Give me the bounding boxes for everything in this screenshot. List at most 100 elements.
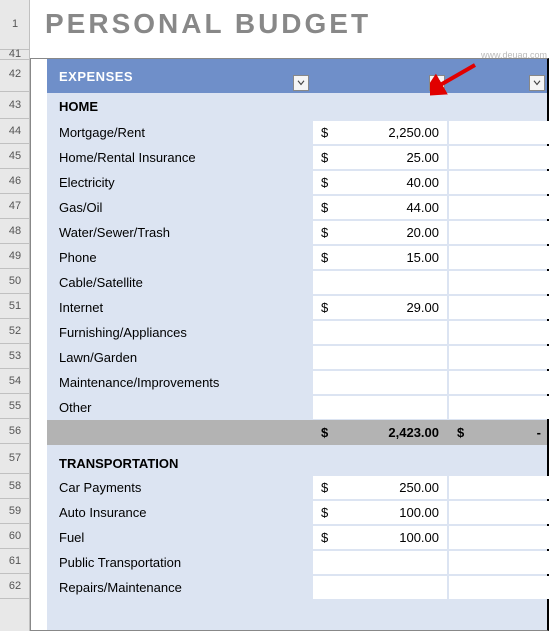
amount-cell[interactable] bbox=[449, 146, 549, 169]
expense-label: Repairs/Maintenance bbox=[47, 580, 297, 595]
currency-symbol: $ bbox=[321, 175, 337, 190]
amount-cell[interactable] bbox=[313, 271, 447, 294]
expense-label: Water/Sewer/Trash bbox=[47, 225, 297, 240]
currency-symbol: $ bbox=[321, 200, 337, 215]
amount-cell[interactable] bbox=[449, 271, 549, 294]
amount-value: 40.00 bbox=[337, 175, 439, 190]
row-header[interactable]: 1 bbox=[0, 0, 30, 50]
chevron-down-icon bbox=[433, 80, 441, 86]
amount-cell[interactable]: $100.00 bbox=[313, 526, 447, 549]
amount-value: 2,423.00 bbox=[337, 425, 439, 440]
row-header[interactable]: 54 bbox=[0, 369, 30, 394]
amount-value: 100.00 bbox=[337, 505, 439, 520]
amount-cell[interactable] bbox=[449, 296, 549, 319]
subtotal-amount: $- bbox=[449, 420, 549, 445]
amount-cell[interactable] bbox=[449, 196, 549, 219]
filter-button-col3[interactable] bbox=[529, 75, 545, 91]
amount-cell[interactable] bbox=[449, 476, 549, 499]
expenses-header: EXPENSES bbox=[59, 69, 133, 84]
amount-value: 25.00 bbox=[337, 150, 439, 165]
table-row: Gas/Oil $44.00 bbox=[47, 195, 547, 220]
table-header-row: EXPENSES bbox=[47, 59, 547, 93]
row-header[interactable]: 60 bbox=[0, 524, 30, 549]
table-row: Home/Rental Insurance $25.00 bbox=[47, 145, 547, 170]
amount-cell[interactable] bbox=[449, 371, 549, 394]
currency-symbol: $ bbox=[321, 300, 337, 315]
row-header[interactable]: 43 bbox=[0, 92, 30, 119]
row-header[interactable]: 51 bbox=[0, 294, 30, 319]
amount-cell[interactable] bbox=[449, 121, 549, 144]
row-header[interactable]: 46 bbox=[0, 169, 30, 194]
amount-cell[interactable]: $20.00 bbox=[313, 221, 447, 244]
expense-label: Home/Rental Insurance bbox=[47, 150, 297, 165]
row-header[interactable]: 52 bbox=[0, 319, 30, 344]
row-header[interactable]: 42 bbox=[0, 58, 30, 92]
currency-symbol: $ bbox=[321, 225, 337, 240]
expense-label: Cable/Satellite bbox=[47, 275, 297, 290]
amount-cell[interactable] bbox=[449, 396, 549, 419]
row-header[interactable]: 53 bbox=[0, 344, 30, 369]
filter-button-col2[interactable] bbox=[429, 75, 445, 91]
amount-cell[interactable] bbox=[313, 551, 447, 574]
amount-cell[interactable]: $40.00 bbox=[313, 171, 447, 194]
currency-symbol: $ bbox=[457, 425, 473, 440]
table-row: Water/Sewer/Trash $20.00 bbox=[47, 220, 547, 245]
expense-label: Fuel bbox=[47, 530, 297, 545]
amount-cell[interactable] bbox=[449, 501, 549, 524]
amount-value: 2,250.00 bbox=[337, 125, 439, 140]
table-row: Other bbox=[47, 395, 547, 420]
amount-cell[interactable]: $44.00 bbox=[313, 196, 447, 219]
amount-cell[interactable] bbox=[313, 576, 447, 599]
amount-cell[interactable] bbox=[313, 396, 447, 419]
table-row: Internet $29.00 bbox=[47, 295, 547, 320]
row-header[interactable]: 62 bbox=[0, 574, 30, 599]
table-row: Maintenance/Improvements bbox=[47, 370, 547, 395]
amount-cell[interactable] bbox=[313, 371, 447, 394]
amount-cell[interactable] bbox=[449, 246, 549, 269]
chevron-down-icon bbox=[533, 80, 541, 86]
spreadsheet-area: EXPENSES HOME Mortgage/Rent $2,250.00 Ho… bbox=[30, 58, 549, 631]
amount-cell[interactable]: $15.00 bbox=[313, 246, 447, 269]
amount-cell[interactable]: $100.00 bbox=[313, 501, 447, 524]
table-row: Repairs/Maintenance bbox=[47, 575, 547, 600]
section-heading-transportation: TRANSPORTATION bbox=[47, 445, 547, 475]
amount-cell[interactable] bbox=[449, 346, 549, 369]
amount-cell[interactable] bbox=[449, 171, 549, 194]
expense-label: Electricity bbox=[47, 175, 297, 190]
row-header[interactable]: 48 bbox=[0, 219, 30, 244]
amount-cell[interactable] bbox=[449, 526, 549, 549]
currency-symbol: $ bbox=[321, 425, 337, 440]
filter-button-col1[interactable] bbox=[293, 75, 309, 91]
row-header[interactable]: 61 bbox=[0, 549, 30, 574]
row-header[interactable]: 47 bbox=[0, 194, 30, 219]
amount-cell[interactable]: $2,250.00 bbox=[313, 121, 447, 144]
row-header[interactable]: 56 bbox=[0, 419, 30, 444]
row-header[interactable]: 55 bbox=[0, 394, 30, 419]
row-header[interactable]: 49 bbox=[0, 244, 30, 269]
section-heading-home: HOME bbox=[47, 93, 547, 120]
amount-value: 100.00 bbox=[337, 530, 439, 545]
expense-label: Auto Insurance bbox=[47, 505, 297, 520]
amount-cell[interactable] bbox=[449, 321, 549, 344]
amount-cell[interactable] bbox=[449, 221, 549, 244]
row-header[interactable]: 50 bbox=[0, 269, 30, 294]
row-header[interactable]: 59 bbox=[0, 499, 30, 524]
amount-cell[interactable] bbox=[313, 321, 447, 344]
currency-symbol: $ bbox=[321, 505, 337, 520]
table-row: Lawn/Garden bbox=[47, 345, 547, 370]
subtotal-amount: $2,423.00 bbox=[313, 420, 447, 445]
amount-cell[interactable] bbox=[449, 576, 549, 599]
amount-cell[interactable] bbox=[449, 551, 549, 574]
amount-cell[interactable]: $25.00 bbox=[313, 146, 447, 169]
amount-value: 15.00 bbox=[337, 250, 439, 265]
expense-label: Other bbox=[47, 400, 297, 415]
row-header[interactable]: 45 bbox=[0, 144, 30, 169]
amount-cell[interactable] bbox=[313, 346, 447, 369]
row-header[interactable]: 57 bbox=[0, 444, 30, 474]
row-header[interactable]: 44 bbox=[0, 119, 30, 144]
currency-symbol: $ bbox=[321, 150, 337, 165]
row-header[interactable]: 58 bbox=[0, 474, 30, 499]
amount-cell[interactable]: $250.00 bbox=[313, 476, 447, 499]
currency-symbol: $ bbox=[321, 480, 337, 495]
amount-cell[interactable]: $29.00 bbox=[313, 296, 447, 319]
